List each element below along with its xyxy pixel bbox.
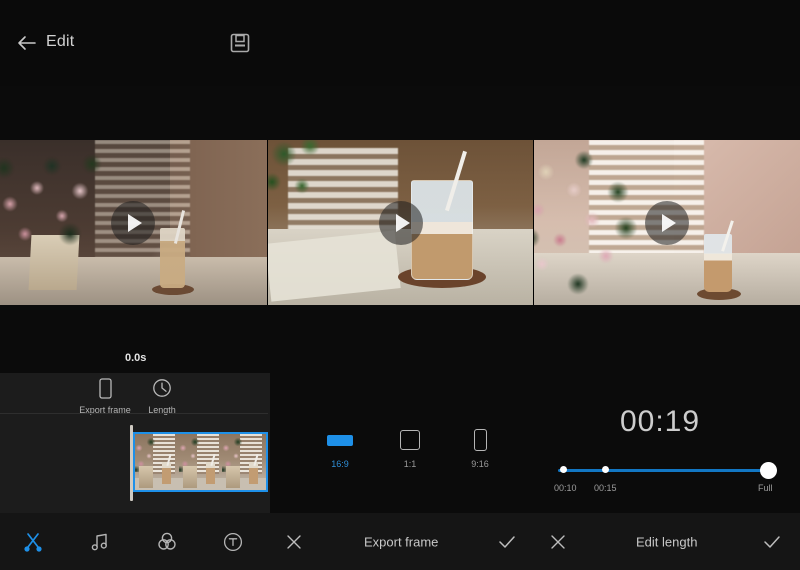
music-note-icon xyxy=(91,533,107,550)
video-preview-2[interactable] xyxy=(266,140,534,305)
preview-row xyxy=(0,140,800,305)
export-frame-cancel-button[interactable] xyxy=(277,525,311,559)
scene1-flowers xyxy=(0,146,114,246)
aspect-ratio-9-16[interactable]: 9:16 xyxy=(450,428,510,469)
video-preview-1[interactable] xyxy=(0,140,267,305)
scene3-glass xyxy=(704,234,733,292)
check-icon xyxy=(499,535,515,548)
close-icon xyxy=(287,534,301,549)
video-preview-3[interactable] xyxy=(533,140,800,305)
back-button[interactable] xyxy=(14,30,40,56)
filmstrip-frame xyxy=(135,434,179,490)
rect-landscape-icon xyxy=(310,428,370,452)
filmstrip-frame xyxy=(222,434,266,490)
square-icon xyxy=(380,428,440,452)
aspect-ratio-group: 16:9 1:1 9:16 xyxy=(310,428,510,488)
phone-frame-icon xyxy=(75,377,135,399)
scene2-plant xyxy=(267,140,340,214)
bottom-tool-filter[interactable] xyxy=(150,525,184,559)
play-icon[interactable] xyxy=(111,200,156,245)
playhead-handle[interactable] xyxy=(130,425,133,501)
slider-tick-dot-1[interactable] xyxy=(560,466,567,473)
timeline-position-label: 0.0s xyxy=(125,352,147,364)
slider-tick-dot-2[interactable] xyxy=(602,466,609,473)
page-title: Edit xyxy=(46,33,75,50)
video-editor-app: Edit 0.0s Export frame Length 16:9 1:1 9… xyxy=(0,0,800,570)
bottom-bar: Export frame Edit length xyxy=(0,513,800,570)
bottom-tool-music[interactable] xyxy=(82,525,116,559)
filmstrip-clip[interactable] xyxy=(133,432,268,492)
tool-export-frame[interactable]: Export frame xyxy=(75,377,135,415)
floppy-save-icon xyxy=(230,33,250,53)
aspect-ratio-16-9[interactable]: 16:9 xyxy=(310,428,370,469)
scene3-flowers xyxy=(534,144,663,304)
save-button[interactable] xyxy=(228,31,252,55)
aspect-ratio-9-16-label: 9:16 xyxy=(471,459,489,469)
arrow-left-icon xyxy=(18,36,36,50)
tool-length[interactable]: Length xyxy=(132,377,192,415)
scene1-glass xyxy=(160,228,185,288)
filmstrip-frame xyxy=(178,434,223,490)
bottom-tool-text[interactable] xyxy=(216,525,250,559)
rect-portrait-icon xyxy=(450,428,510,452)
slider-thumb[interactable] xyxy=(760,462,777,479)
edit-length-confirm-button[interactable] xyxy=(755,525,789,559)
scissors-icon xyxy=(24,532,42,552)
edit-length-label[interactable]: Edit length xyxy=(636,534,697,549)
slider-label-full: Full xyxy=(758,483,773,493)
length-slider[interactable] xyxy=(558,462,777,479)
slider-label-10: 00:10 xyxy=(554,483,577,493)
export-frame-label[interactable]: Export frame xyxy=(364,534,438,549)
close-icon xyxy=(551,534,565,549)
filter-circles-icon xyxy=(158,532,176,550)
edit-panel: Export frame Length xyxy=(0,373,270,513)
aspect-ratio-1-1[interactable]: 1:1 xyxy=(380,428,440,469)
play-icon[interactable] xyxy=(645,200,690,245)
panel-tool-row: Export frame Length xyxy=(0,373,270,415)
duration-display: 00:19 xyxy=(619,405,701,438)
play-icon[interactable] xyxy=(378,200,423,245)
aspect-ratio-1-1-label: 1:1 xyxy=(403,459,417,469)
top-bar: Edit xyxy=(0,0,800,86)
aspect-ratio-16-9-label: 16:9 xyxy=(331,459,349,469)
edit-length-cancel-button[interactable] xyxy=(541,525,575,559)
check-icon xyxy=(764,535,780,548)
slider-track xyxy=(558,469,774,472)
bottom-tool-trim[interactable] xyxy=(16,525,50,559)
clock-icon xyxy=(132,377,192,399)
export-frame-confirm-button[interactable] xyxy=(490,525,524,559)
length-control: 00:19 00:10 00:15 Full xyxy=(530,405,790,500)
slider-label-15: 00:15 xyxy=(594,483,617,493)
text-circle-icon xyxy=(223,532,243,551)
timeline[interactable] xyxy=(0,414,270,513)
